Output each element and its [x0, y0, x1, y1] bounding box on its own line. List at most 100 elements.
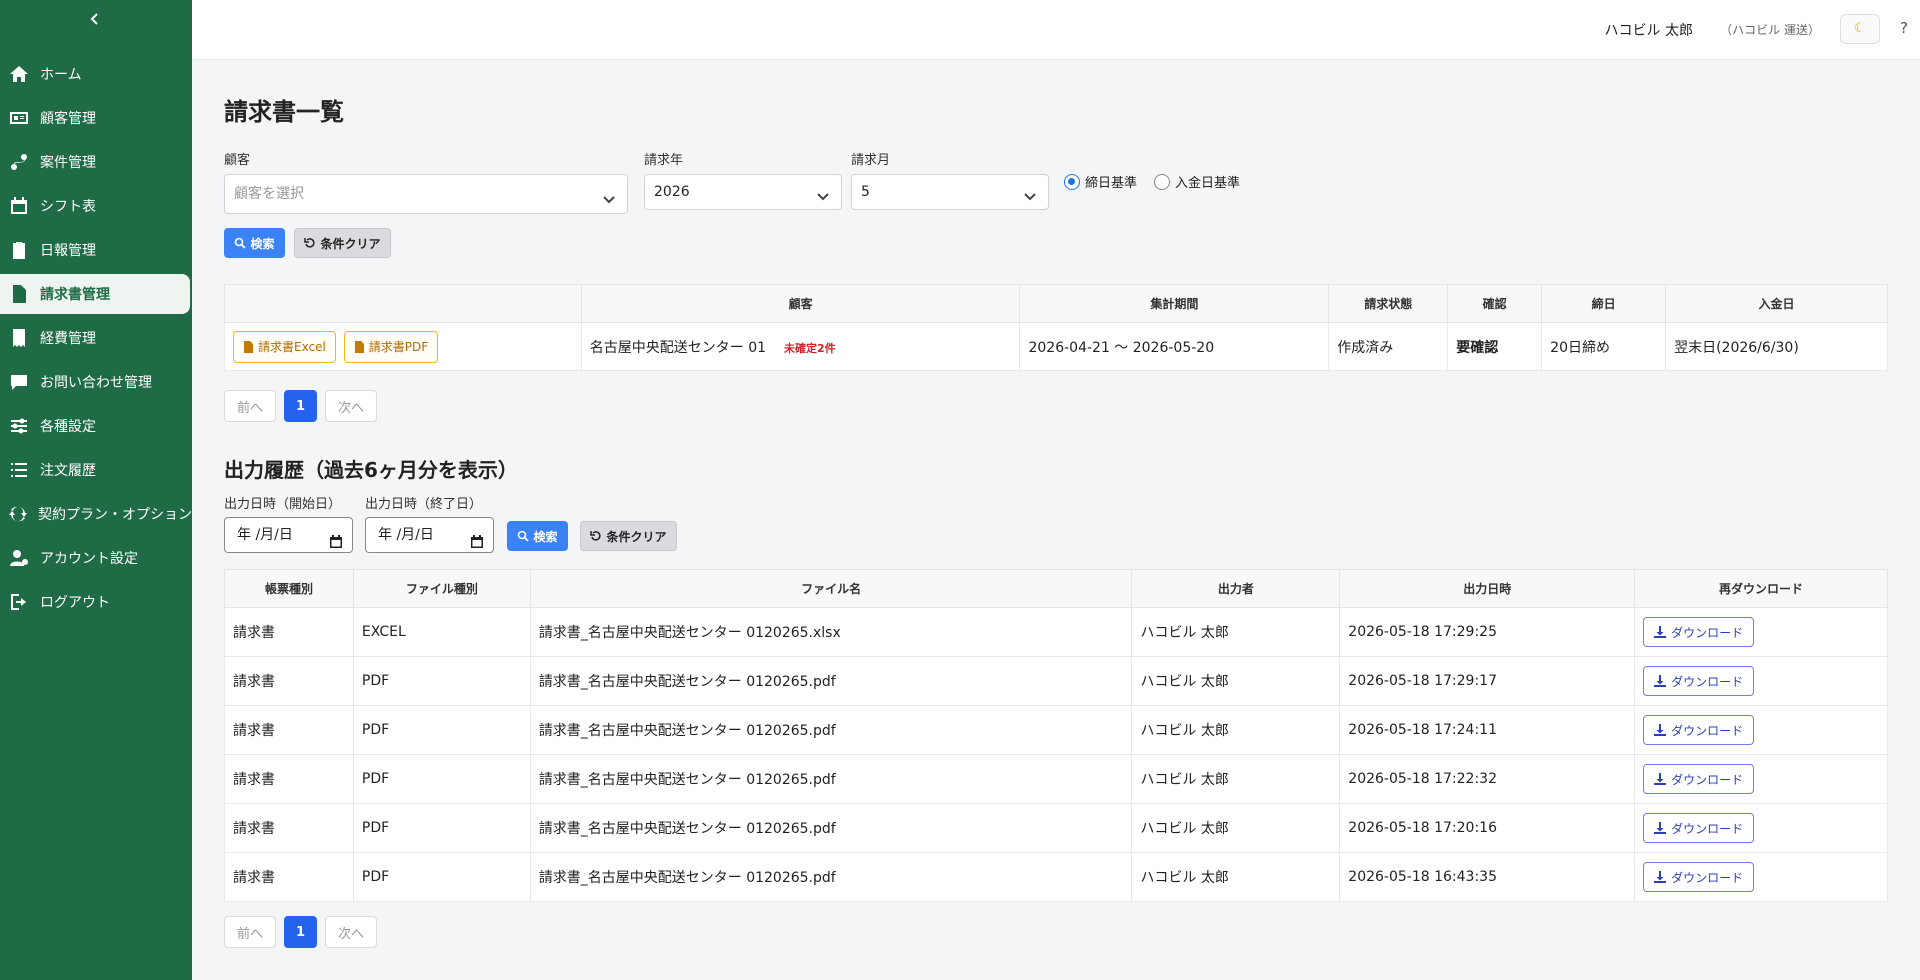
cell-output-user: ハコビル 太郎 [1131, 656, 1341, 706]
sidebar-item-invoices[interactable]: 請求書管理 [0, 274, 190, 314]
page-title: 請求書一覧 [224, 98, 344, 126]
search-icon [235, 237, 247, 249]
year-select[interactable]: 2026 [644, 174, 842, 210]
route-icon [8, 151, 30, 173]
invoice-excel-button[interactable]: 請求書Excel [233, 330, 336, 363]
sidebar-item-customers[interactable]: 顧客管理 [0, 98, 192, 138]
download-button[interactable]: ダウンロード [1643, 862, 1755, 892]
start-date-input[interactable]: 年 /月/日 [224, 517, 353, 553]
cell-redownload: ダウンロード [1634, 607, 1888, 657]
sidebar-item-label: 案件管理 [40, 155, 96, 171]
table-header-row: 帳票種別 ファイル種別 ファイル名 出力者 出力日時 再ダウンロード [224, 569, 1888, 608]
page-1-button[interactable]: 1 [284, 390, 317, 422]
sidebar-item-label: 注文履歴 [40, 463, 96, 479]
cell-output-datetime: 2026-05-18 17:22:32 [1339, 754, 1636, 804]
end-date-input[interactable]: 年 /月/日 [365, 517, 494, 553]
search-button[interactable]: 検索 [224, 228, 285, 258]
next-page-button[interactable]: 次へ [325, 390, 377, 422]
cell-redownload: ダウンロード [1634, 852, 1888, 902]
receipt-icon [8, 327, 30, 349]
col-output-datetime: 出力日時 [1339, 569, 1636, 608]
radio-dot [1154, 173, 1170, 190]
chat-icon [8, 371, 30, 393]
prev-page-button[interactable]: 前へ [224, 916, 276, 948]
cell-output-user: ハコビル 太郎 [1131, 705, 1341, 755]
file-pdf-icon [354, 340, 364, 353]
download-button[interactable]: ダウンロード [1643, 617, 1755, 647]
radio-closing-basis[interactable]: 締日基準 [1064, 172, 1137, 191]
invoice-icon [8, 283, 30, 305]
sidebar-item-home[interactable]: ホーム [0, 54, 192, 94]
cell-file-type: EXCEL [352, 607, 531, 657]
col-customer: 顧客 [580, 284, 1021, 323]
history-clear-button[interactable]: 条件クリア [580, 521, 677, 551]
sidebar-item-logout[interactable]: ログアウト [0, 582, 192, 622]
cell-redownload: ダウンロード [1634, 705, 1888, 755]
cell-customer: 名古屋中央配送センター 01 未確定2件 [580, 322, 1021, 371]
radio-payment-label: 入金日基準 [1175, 176, 1241, 191]
table-row: 請求書 PDF 請求書_名古屋中央配送センター 0120265.pdf ハコビル… [224, 803, 1888, 853]
radio-payment-basis[interactable]: 入金日基準 [1154, 172, 1240, 191]
page-1-button[interactable]: 1 [284, 916, 317, 948]
sidebar-item-account[interactable]: アカウント設定 [0, 538, 192, 578]
history-title: 出力履歴（過去6ヶ月分を表示） [224, 458, 518, 482]
reset-icon [304, 238, 316, 248]
search-icon [518, 530, 530, 542]
cell-file-name: 請求書_名古屋中央配送センター 0120265.pdf [529, 803, 1133, 853]
sidebar-item-settings[interactable]: 各種設定 [0, 406, 192, 446]
sidebar-item-shift[interactable]: シフト表 [0, 186, 192, 226]
start-date-label: 出力日時（開始日） [224, 497, 342, 512]
next-page-button[interactable]: 次へ [325, 916, 377, 948]
theme-toggle-button[interactable]: ☾ [1840, 14, 1880, 44]
id-card-icon [8, 107, 30, 129]
history-table: 帳票種別 ファイル種別 ファイル名 出力者 出力日時 再ダウンロード 請求書 E… [224, 569, 1888, 902]
sidebar-item-label: シフト表 [40, 199, 96, 215]
col-actions [224, 284, 582, 323]
chevron-left-icon[interactable] [84, 8, 106, 30]
cell-doc-type: 請求書 [224, 656, 354, 706]
chevron-down-icon [815, 183, 831, 201]
cell-file-type: PDF [352, 852, 531, 902]
download-button[interactable]: ダウンロード [1643, 666, 1755, 696]
clear-button-label: 条件クリア [320, 236, 381, 251]
col-status: 請求状態 [1328, 284, 1449, 323]
cell-output-datetime: 2026-05-18 17:20:16 [1339, 803, 1636, 853]
history-search-button[interactable]: 検索 [507, 521, 568, 551]
col-file-type: ファイル種別 [352, 569, 531, 608]
sidebar-item-projects[interactable]: 案件管理 [0, 142, 192, 182]
cell-file-name: 請求書_名古屋中央配送センター 0120265.pdf [529, 705, 1133, 755]
table-row: 請求書 PDF 請求書_名古屋中央配送センター 0120265.pdf ハコビル… [224, 754, 1888, 804]
invoice-pdf-button[interactable]: 請求書PDF [343, 330, 439, 363]
prev-page-button[interactable]: 前へ [224, 390, 276, 422]
chevron-down-icon [1022, 183, 1038, 201]
file-excel-icon [244, 340, 253, 353]
help-icon[interactable]: ? [1900, 19, 1908, 37]
chevron-down-icon [601, 184, 617, 204]
list-icon [8, 459, 30, 481]
home-icon [8, 63, 30, 85]
download-button[interactable]: ダウンロード [1643, 813, 1755, 843]
sidebar-item-label: お問い合わせ管理 [40, 375, 152, 391]
moon-icon: ☾ [1854, 21, 1866, 36]
clear-button[interactable]: 条件クリア [294, 228, 391, 258]
sidebar-item-orders[interactable]: 注文履歴 [0, 450, 192, 490]
download-button[interactable]: ダウンロード [1643, 715, 1755, 745]
sidebar-item-inquiries[interactable]: お問い合わせ管理 [0, 362, 192, 402]
sidebar-item-expenses[interactable]: 経費管理 [0, 318, 192, 358]
month-select[interactable]: 5 [851, 174, 1049, 210]
table-row: 請求書 EXCEL 請求書_名古屋中央配送センター 0120265.xlsx ハ… [224, 607, 1888, 657]
sync-icon [8, 503, 28, 525]
col-file-name: ファイル名 [529, 569, 1133, 608]
col-payment: 入金日 [1665, 284, 1888, 323]
calendar-icon [470, 528, 484, 548]
calendar-icon [8, 195, 30, 217]
cell-output-datetime: 2026-05-18 17:29:25 [1339, 607, 1636, 657]
sidebar-item-label: ホーム [40, 67, 82, 83]
history-clear-label: 条件クリア [606, 529, 667, 544]
year-label: 請求年 [644, 153, 684, 168]
sidebar-item-plan[interactable]: 契約プラン・オプション [0, 494, 192, 534]
cell-file-type: PDF [352, 803, 531, 853]
customer-select[interactable]: 顧客を選択 [224, 174, 628, 214]
sidebar-item-daily-report[interactable]: 日報管理 [0, 230, 192, 270]
download-button[interactable]: ダウンロード [1643, 764, 1755, 794]
